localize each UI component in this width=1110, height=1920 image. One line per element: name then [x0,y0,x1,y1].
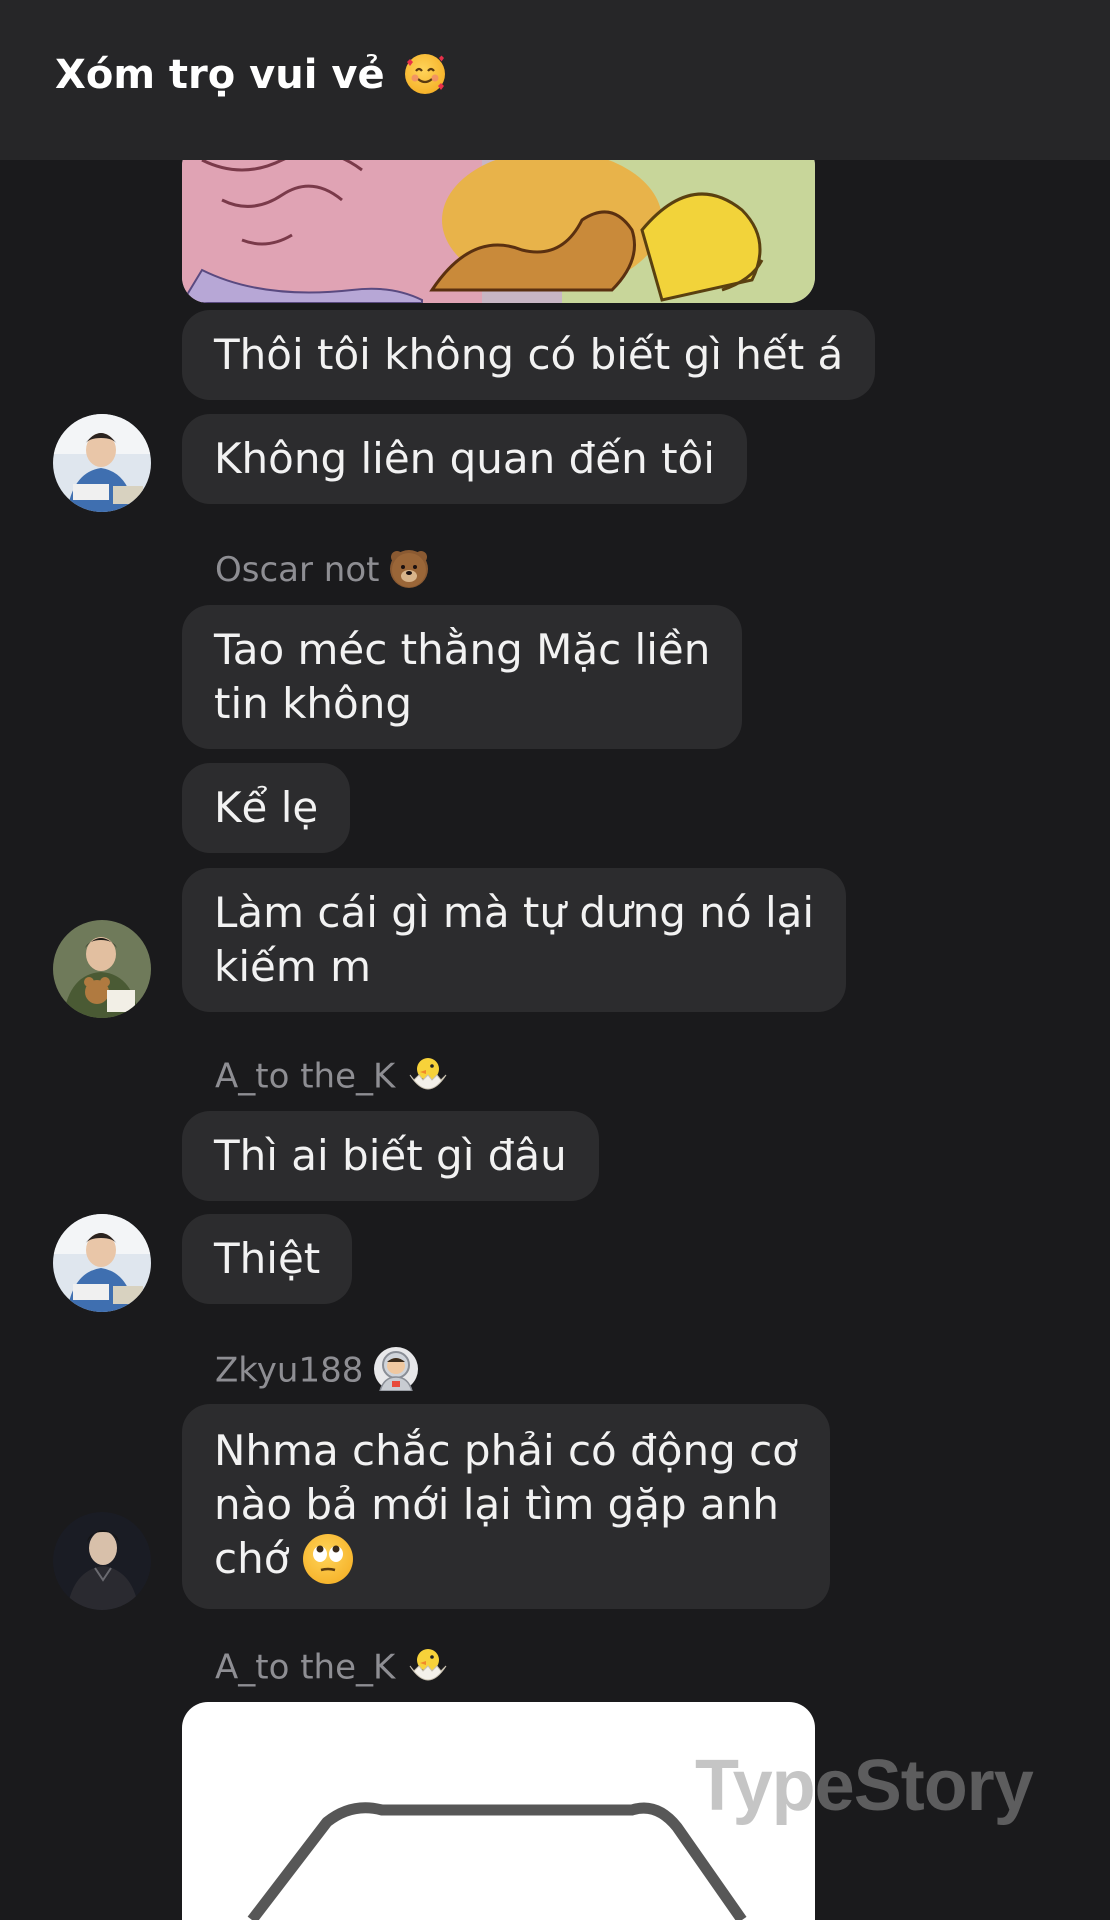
sender-name: A_to the_K [215,1647,450,1691]
message-bubble[interactable]: Làm cái gì mà tự dưng nó lại kiếm m [182,868,847,1012]
sender-name-text: A_to the_K [215,1056,396,1097]
user-avatar-icon [53,920,151,1018]
face-with-rolling-eyes-icon [302,1533,353,1584]
sender-name: Oscar not [215,549,429,591]
hatching-chick-icon [406,1644,450,1688]
bear-face-icon [390,549,429,588]
message-bubble[interactable]: Thiệt [182,1214,353,1304]
message-text: Thôi tôi không có biết gì hết á [214,330,844,379]
sender-name: A_to the_K [215,1056,450,1100]
user-avatar-icon [53,414,151,512]
message-text: Không liên quan đến tôi [214,434,715,483]
avatar[interactable] [53,414,151,512]
message-text-line: Nhma chắc phải có động cơ [214,1426,798,1475]
message-bubble[interactable]: Không liên quan đến tôi [182,414,747,504]
message-text-line: nào bả mới lại tìm gặp anh [214,1480,779,1529]
message-text: Thì ai biết gì đâu [214,1131,567,1180]
message-text-line: Làm cái gì mà tự dưng nó lại [214,888,815,937]
message-text-line: Tao méc thằng Mặc liền [214,625,711,674]
astronaut-icon [374,1347,419,1392]
message-bubble[interactable]: Nhma chắc phải có động cơ nào bả mới lại… [182,1404,830,1609]
user-avatar-icon [53,1214,151,1312]
message-bubble[interactable]: Tao méc thằng Mặc liền tin không [182,605,743,749]
message-bubble[interactable]: Thì ai biết gì đâu [182,1111,599,1201]
message-text: chớ [214,1534,290,1583]
message-text-line-with-emoji: chớ [214,1532,798,1587]
message-bubble[interactable]: Thôi tôi không có biết gì hết á [182,310,876,400]
avatar[interactable] [53,1512,151,1610]
chat-header: Xóm trọ vui vẻ [0,0,1110,160]
message-text: Thiệt [214,1234,321,1283]
chat-title-text: Xóm trọ vui vẻ [55,52,385,98]
image-message-cartoon[interactable] [182,140,815,303]
sender-name-text: A_to the_K [215,1647,396,1688]
watermark: TypeStory [695,1746,1034,1826]
message-bubble[interactable]: Kể lẹ [182,763,351,853]
sender-name-text: Zkyu188 [215,1350,364,1391]
sender-name-text: Oscar not [215,550,380,590]
user-avatar-icon [53,1512,151,1610]
message-text-line: tin không [214,679,413,728]
hatching-chick-icon [406,1053,450,1097]
smiling-face-with-hearts-icon [404,54,445,94]
avatar[interactable] [53,920,151,1018]
message-text-line: kiếm m [214,942,372,991]
chat-title[interactable]: Xóm trọ vui vẻ [55,52,445,98]
message-text: Kể lẹ [214,783,319,832]
avatar[interactable] [53,1214,151,1312]
cartoon-meme-icon [182,140,815,303]
sender-name: Zkyu188 [215,1347,419,1394]
